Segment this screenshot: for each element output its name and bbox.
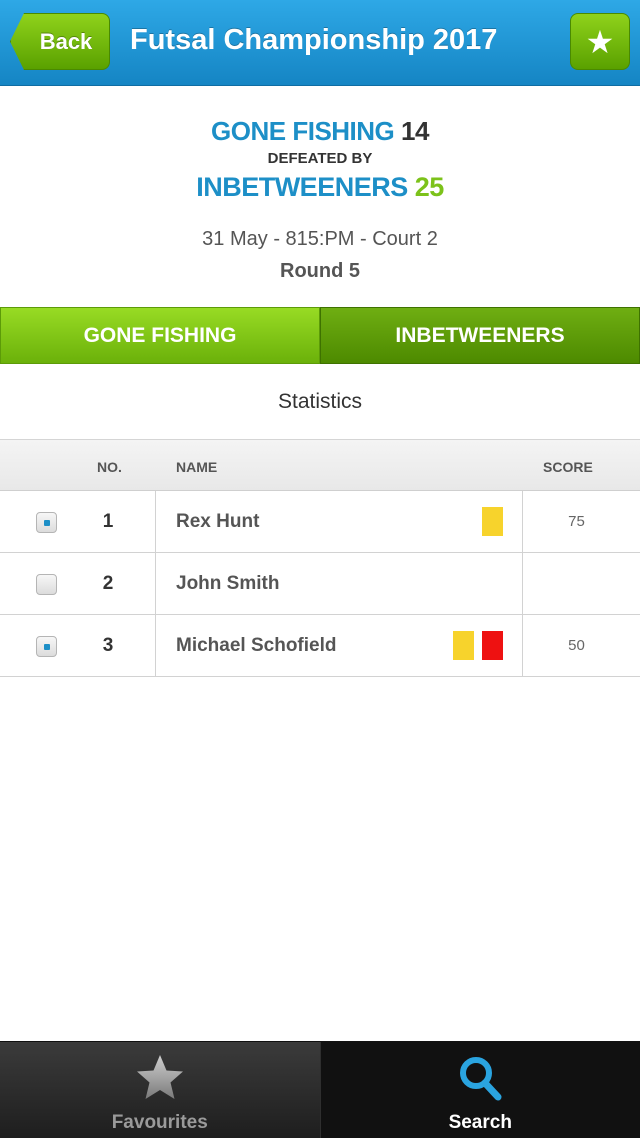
tab-gone-fishing[interactable]: GONE FISHING <box>0 307 320 364</box>
table-header: NO. NAME SCORE <box>0 439 640 491</box>
match-summary: GONE FISHING 14 DEFEATED BY INBETWEENERS… <box>0 86 640 307</box>
back-button-label: Back <box>39 28 93 54</box>
tab-favourites-label: Favourites <box>111 1112 208 1133</box>
statistics-heading: Statistics <box>277 389 363 413</box>
column-divider <box>522 553 523 614</box>
result-text: DEFEATED BY <box>267 150 373 167</box>
player-stats-table: NO. NAME SCORE 1 Rex Hunt 75 2 John Smit… <box>0 439 640 677</box>
red-card-icon <box>482 631 503 660</box>
column-divider <box>155 553 156 614</box>
bottom-tab-bar: Favourites Search <box>0 1041 640 1138</box>
tab-inbetweeners[interactable]: INBETWEENERS <box>320 307 640 364</box>
star-icon: ★ <box>585 23 615 60</box>
team-tabs: GONE FISHING INBETWEENERS <box>0 307 640 364</box>
player-name: John Smith <box>176 573 280 594</box>
tab-search[interactable]: Search <box>319 1042 640 1138</box>
page-title: Futsal Championship 2017 <box>130 24 498 56</box>
table-row[interactable]: 2 John Smith <box>0 553 640 615</box>
player-number: 2 <box>102 573 114 594</box>
player-checkbox[interactable] <box>36 512 57 533</box>
column-divider <box>155 491 156 552</box>
column-header-name: NAME <box>176 459 218 475</box>
favourite-button[interactable]: ★ <box>570 13 630 70</box>
match-info: 31 May - 815:PM - Court 2 <box>202 228 438 250</box>
player-score: 50 <box>568 637 585 654</box>
column-header-no: NO. <box>97 459 122 475</box>
star-icon <box>136 1055 183 1099</box>
table-row[interactable]: 3 Michael Schofield 50 <box>0 615 640 677</box>
player-number: 1 <box>102 511 114 532</box>
team1-name: GONE FISHING <box>211 116 395 146</box>
yellow-card-icon <box>453 631 474 660</box>
player-score: 75 <box>568 513 585 530</box>
match-round: Round 5 <box>280 260 360 282</box>
navigation-bar: Back Futsal Championship 2017 ★ <box>0 0 640 86</box>
checked-indicator <box>44 520 50 526</box>
team2-name: INBETWEENERS <box>196 172 408 202</box>
loser-line: INBETWEENERS 25 <box>0 172 640 203</box>
checked-indicator <box>44 644 50 650</box>
player-name: Rex Hunt <box>176 511 260 532</box>
search-icon <box>460 1057 502 1101</box>
player-name: Michael Schofield <box>176 635 337 656</box>
winner-line: GONE FISHING 14 <box>0 116 640 147</box>
table-row[interactable]: 1 Rex Hunt 75 <box>0 491 640 553</box>
yellow-card-icon <box>482 507 503 536</box>
tab-favourites[interactable]: Favourites <box>0 1042 320 1138</box>
player-checkbox[interactable] <box>36 574 57 595</box>
team2-score: 25 <box>414 172 445 202</box>
player-checkbox[interactable] <box>36 636 57 657</box>
column-divider <box>155 615 156 676</box>
column-header-score: SCORE <box>543 459 593 475</box>
player-number: 3 <box>102 635 114 656</box>
back-button[interactable]: Back <box>10 13 110 70</box>
team1-score: 14 <box>401 116 429 146</box>
tab-search-label: Search <box>448 1112 512 1133</box>
